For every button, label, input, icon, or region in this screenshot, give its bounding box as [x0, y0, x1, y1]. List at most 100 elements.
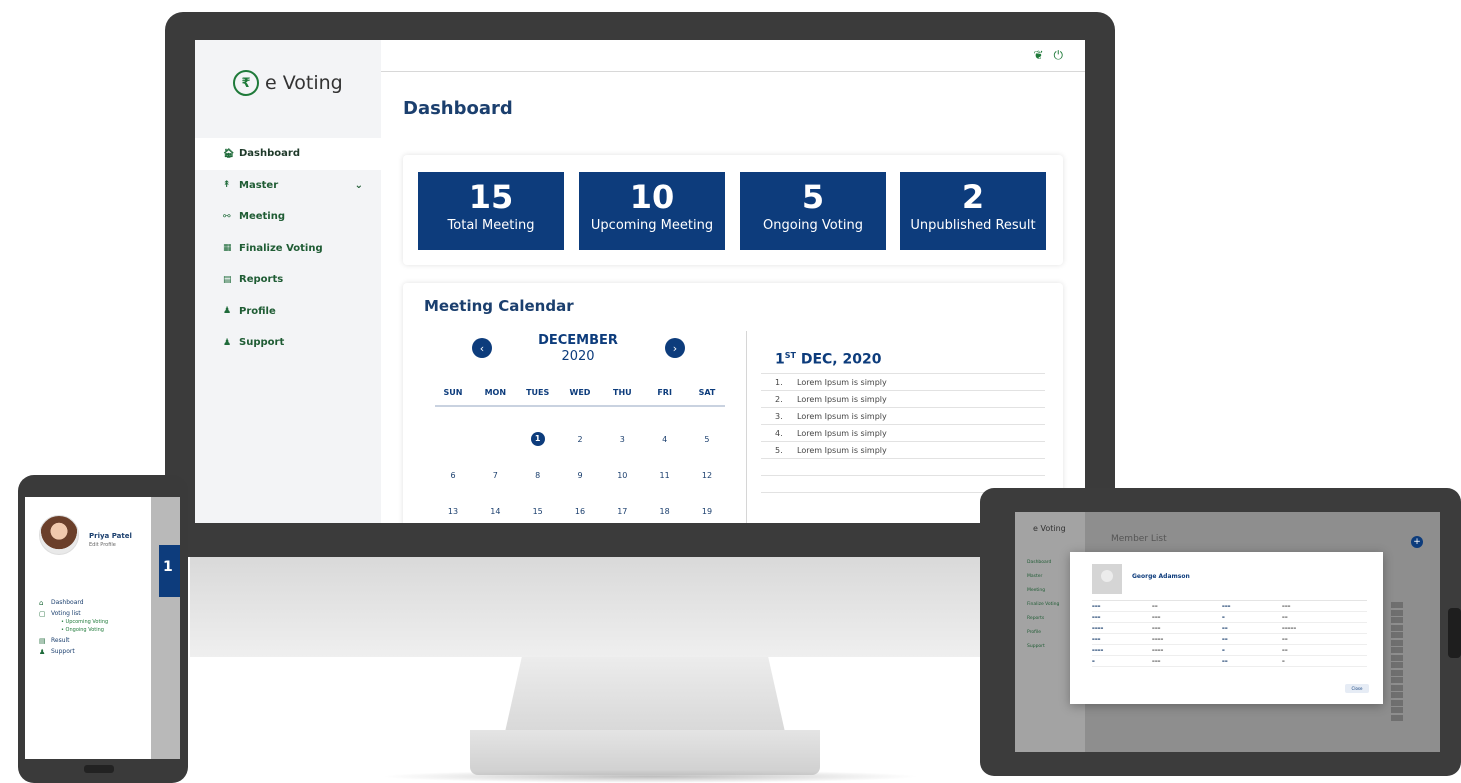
tablet-nav-item[interactable]: Dashboard [1027, 560, 1059, 574]
calendar-day[interactable]: 6 [435, 471, 471, 480]
phone-nav-support[interactable]: ♟ Support [39, 646, 149, 657]
tablet-nav-item[interactable]: Meeting [1027, 588, 1059, 602]
power-icon[interactable]: ⏻ [1054, 48, 1064, 63]
phone-home-bar [84, 765, 114, 773]
add-member-button[interactable]: + [1411, 536, 1423, 548]
table-cell [1391, 647, 1421, 653]
meeting-icon: ⚯ [223, 211, 231, 222]
sidebar-item-master[interactable]: ↟ Master ⌄ [195, 170, 381, 202]
list-item[interactable]: 5. Lorem Ipsum is simply [761, 441, 1045, 458]
calendar-day[interactable]: 13 [435, 507, 471, 516]
field-label: ▬▬ [1222, 637, 1228, 641]
sidebar-item-finalize-voting[interactable]: ▦ Finalize Voting [195, 233, 381, 265]
list-item[interactable]: 1. Lorem Ipsum is simply [761, 373, 1045, 390]
calendar-day[interactable]: 4 [647, 435, 683, 444]
sidebar-item-label: Reports [239, 274, 284, 286]
phone-nav-voting-list[interactable]: ▢ Voting list [39, 608, 149, 619]
calendar-week: 13 14 15 16 17 18 19 [435, 493, 725, 523]
phone-subnav-upcoming[interactable]: • Upcoming Voting [39, 619, 149, 627]
calendar-day[interactable]: 19 [689, 507, 725, 516]
table-cell [1391, 669, 1421, 676]
field-label: ▬ [1092, 659, 1095, 663]
calendar-day[interactable]: 12 [689, 471, 725, 480]
close-modal-button[interactable]: Close [1345, 684, 1369, 693]
weekday-label: WED [569, 388, 591, 397]
table-cell [1391, 692, 1421, 698]
table-cell [1391, 677, 1421, 683]
table-cell [1391, 639, 1421, 646]
calendar-day[interactable]: 8 [520, 471, 556, 480]
document-icon: ▢ [39, 609, 46, 618]
edit-profile-link[interactable]: Edit Profile [89, 542, 116, 548]
sidebar: ₹ e Voting 🏠︎ Dashboard ↟ Master ⌄ ⚯ Mee… [195, 40, 381, 523]
calendar-divider [746, 331, 747, 523]
field-label: ▬▬▬ [1222, 604, 1231, 608]
monitor-stand-body [190, 557, 1090, 657]
calendar-title: Meeting Calendar [424, 297, 574, 315]
calendar-day[interactable]: 10 [604, 471, 640, 480]
tablet-side-button [1448, 608, 1461, 658]
sidebar-item-meeting[interactable]: ⚯ Meeting [195, 201, 381, 233]
tablet-nav-item[interactable]: Master [1027, 574, 1059, 588]
calendar-day[interactable]: 2 [562, 435, 598, 444]
stat-tile-total-meeting[interactable]: 15 Total Meeting [418, 172, 564, 250]
phone-nav-dashboard[interactable]: ⌂ Dashboard [39, 597, 149, 608]
sidebar-item-label: Dashboard [239, 148, 300, 160]
field-value: ▬▬▬ [1282, 604, 1291, 608]
member-detail-modal: George Adamson ▬▬▬ ▬▬ ▬▬▬ ▬▬▬ ▬▬▬ ▬▬▬ ▬ ▬▬ ▬▬▬… [1070, 552, 1383, 704]
calendar-day[interactable]: 5 [689, 435, 725, 444]
list-item[interactable]: 2. Lorem Ipsum is simply [761, 390, 1045, 407]
stat-tile-ongoing-voting[interactable]: 5 Ongoing Voting [740, 172, 886, 250]
calendar-day[interactable]: 18 [647, 507, 683, 516]
device-mockup-scene: ₹ e Voting 🏠︎ Dashboard ↟ Master ⌄ ⚯ Mee… [0, 0, 1461, 783]
field-value: ▬▬▬ [1152, 615, 1161, 619]
sidebar-item-support[interactable]: ♟ Support [195, 327, 381, 359]
tablet-nav-item[interactable]: Profile [1027, 630, 1059, 644]
field-label: ▬ [1222, 648, 1225, 652]
field-value: ▬▬▬ [1152, 659, 1161, 663]
list-item[interactable]: 4. Lorem Ipsum is simply [761, 424, 1045, 441]
sidebar-item-profile[interactable]: ♟ Profile [195, 296, 381, 328]
member-detail-table: ▬▬▬ ▬▬ ▬▬▬ ▬▬▬ ▬▬▬ ▬▬▬ ▬ ▬▬ ▬▬▬▬ ▬▬▬ ▬▬ ▬▬▬▬▬ ▬▬▬… [1092, 600, 1367, 667]
event-date-heading: 1ST DEC, 2020 [775, 351, 882, 368]
leaf-icon[interactable]: ❦ [1033, 48, 1043, 63]
next-month-button[interactable]: › [665, 338, 685, 358]
calendar-day[interactable]: 15 [520, 507, 556, 516]
calendar-year: 2020 [561, 349, 595, 364]
chevron-down-icon[interactable]: ⌄ [355, 180, 363, 191]
sidebar-item-label: Master [239, 179, 279, 191]
calendar-day[interactable]: 16 [562, 507, 598, 516]
field-value: ▬▬ [1282, 615, 1288, 619]
stat-tile-unpublished-result[interactable]: 2 Unpublished Result [900, 172, 1046, 250]
list-divider [761, 458, 1045, 475]
calendar-day[interactable]: 14 [477, 507, 513, 516]
calendar-day-selected[interactable]: 1 [520, 432, 556, 446]
weekday-label: FRI [657, 388, 672, 397]
prev-month-button[interactable]: ‹ [472, 338, 492, 358]
table-cell [1391, 662, 1421, 668]
tablet-nav-item[interactable]: Reports [1027, 616, 1059, 630]
phone-nav-result[interactable]: ▤ Result [39, 635, 149, 646]
stat-value: 5 [801, 178, 825, 216]
calendar-day[interactable]: 11 [647, 471, 683, 480]
sidebar-item-dashboard[interactable]: 🏠︎ Dashboard [195, 138, 381, 170]
sidebar-item-reports[interactable]: ▤ Reports [195, 264, 381, 296]
field-label: ▬▬▬▬ [1092, 648, 1104, 652]
tablet-nav-item[interactable]: Finalize Voting [1027, 602, 1059, 616]
calendar-day[interactable]: 7 [477, 471, 513, 480]
list-item[interactable]: 3. Lorem Ipsum is simply [761, 407, 1045, 424]
calendar-day[interactable]: 3 [604, 435, 640, 444]
weekday-label: SUN [443, 388, 463, 397]
sidebar-nav: 🏠︎ Dashboard ↟ Master ⌄ ⚯ Meeting ▦ Fina… [195, 138, 381, 359]
calendar-day[interactable]: 17 [604, 507, 640, 516]
tablet-nav-item[interactable]: Support [1027, 644, 1059, 658]
field-label: ▬▬▬▬ [1092, 626, 1104, 630]
user-name: Priya Patel [89, 532, 132, 540]
calendar-day[interactable]: 9 [562, 471, 598, 480]
chevron-right-icon: › [672, 341, 678, 355]
tablet-logo: e Voting [1033, 524, 1066, 533]
stat-tile-upcoming-meeting[interactable]: 10 Upcoming Meeting [579, 172, 725, 250]
phone-subnav-ongoing[interactable]: • Ongoing Voting [39, 627, 149, 635]
table-row: ▬▬▬▬▬▬▬▬▬▬▬ [1092, 634, 1367, 645]
app-logo[interactable]: ₹ e Voting [233, 70, 343, 96]
